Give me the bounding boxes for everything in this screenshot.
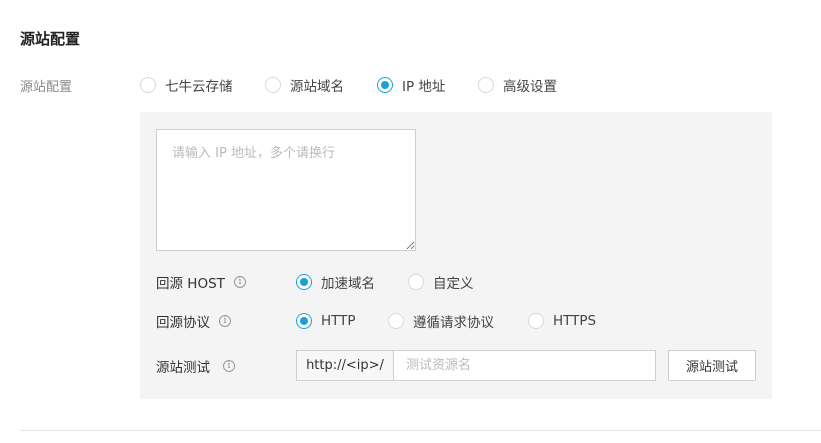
section-title: 源站配置 [20, 30, 81, 48]
radio-circle[interactable] [140, 77, 156, 93]
ip-address-textarea[interactable] [156, 129, 416, 251]
ip-config-panel: 回源 HOST i 加速域名 自定义 回源协议 i HTTP 遵循请求协议 HT… [140, 112, 772, 399]
radio-circle[interactable] [388, 313, 404, 329]
radio-circle-checked[interactable] [296, 313, 312, 329]
info-icon[interactable]: i [233, 276, 246, 288]
radio-circle-checked[interactable] [377, 77, 393, 93]
radio-advanced-settings[interactable]: 高级设置 [478, 75, 557, 95]
radio-accelerated-domain[interactable]: 加速域名 [296, 272, 375, 292]
radio-circle[interactable] [265, 77, 281, 93]
test-label: 源站测试 [156, 360, 210, 376]
protocol-radio-group: HTTP 遵循请求协议 HTTPS [296, 311, 766, 331]
origin-config-label: 源站配置 [20, 80, 73, 95]
radio-label: 加速域名 [321, 276, 375, 292]
radio-ip-address[interactable]: IP 地址 [377, 75, 445, 95]
radio-circle[interactable] [408, 274, 424, 290]
radio-follow-request-protocol[interactable]: 遵循请求协议 [388, 311, 494, 331]
divider [20, 430, 821, 431]
radio-label: 高级设置 [503, 79, 557, 95]
host-label: 回源 HOST [156, 276, 225, 292]
protocol-label: 回源协议 [156, 315, 210, 331]
test-resource-input[interactable] [393, 350, 656, 381]
radio-qiniu-storage[interactable]: 七牛云存储 [140, 75, 233, 95]
radio-https[interactable]: HTTPS [528, 311, 596, 331]
radio-http[interactable]: HTTP [296, 311, 356, 331]
test-label-row: 源站测试 i [156, 356, 235, 376]
radio-origin-domain[interactable]: 源站域名 [265, 75, 344, 95]
origin-test-button[interactable]: 源站测试 [668, 350, 756, 381]
radio-label: IP 地址 [402, 79, 446, 95]
radio-circle[interactable] [528, 313, 544, 329]
radio-label: HTTPS [553, 313, 597, 329]
info-icon[interactable]: i [219, 315, 231, 327]
radio-custom-host[interactable]: 自定义 [408, 272, 474, 292]
radio-circle[interactable] [478, 77, 494, 93]
radio-circle-checked[interactable] [296, 274, 312, 290]
host-label-row: 回源 HOST i [156, 272, 246, 292]
info-icon[interactable]: i [223, 360, 235, 372]
radio-label: 遵循请求协议 [413, 315, 494, 331]
radio-label: 七牛云存储 [165, 79, 233, 95]
host-radio-group: 加速域名 自定义 [296, 272, 766, 292]
url-prefix: http://<ip>/ [296, 350, 394, 381]
protocol-label-row: 回源协议 i [156, 311, 231, 331]
radio-label: 自定义 [433, 276, 474, 292]
radio-label: HTTP [321, 313, 356, 329]
radio-label: 源站域名 [290, 79, 344, 95]
